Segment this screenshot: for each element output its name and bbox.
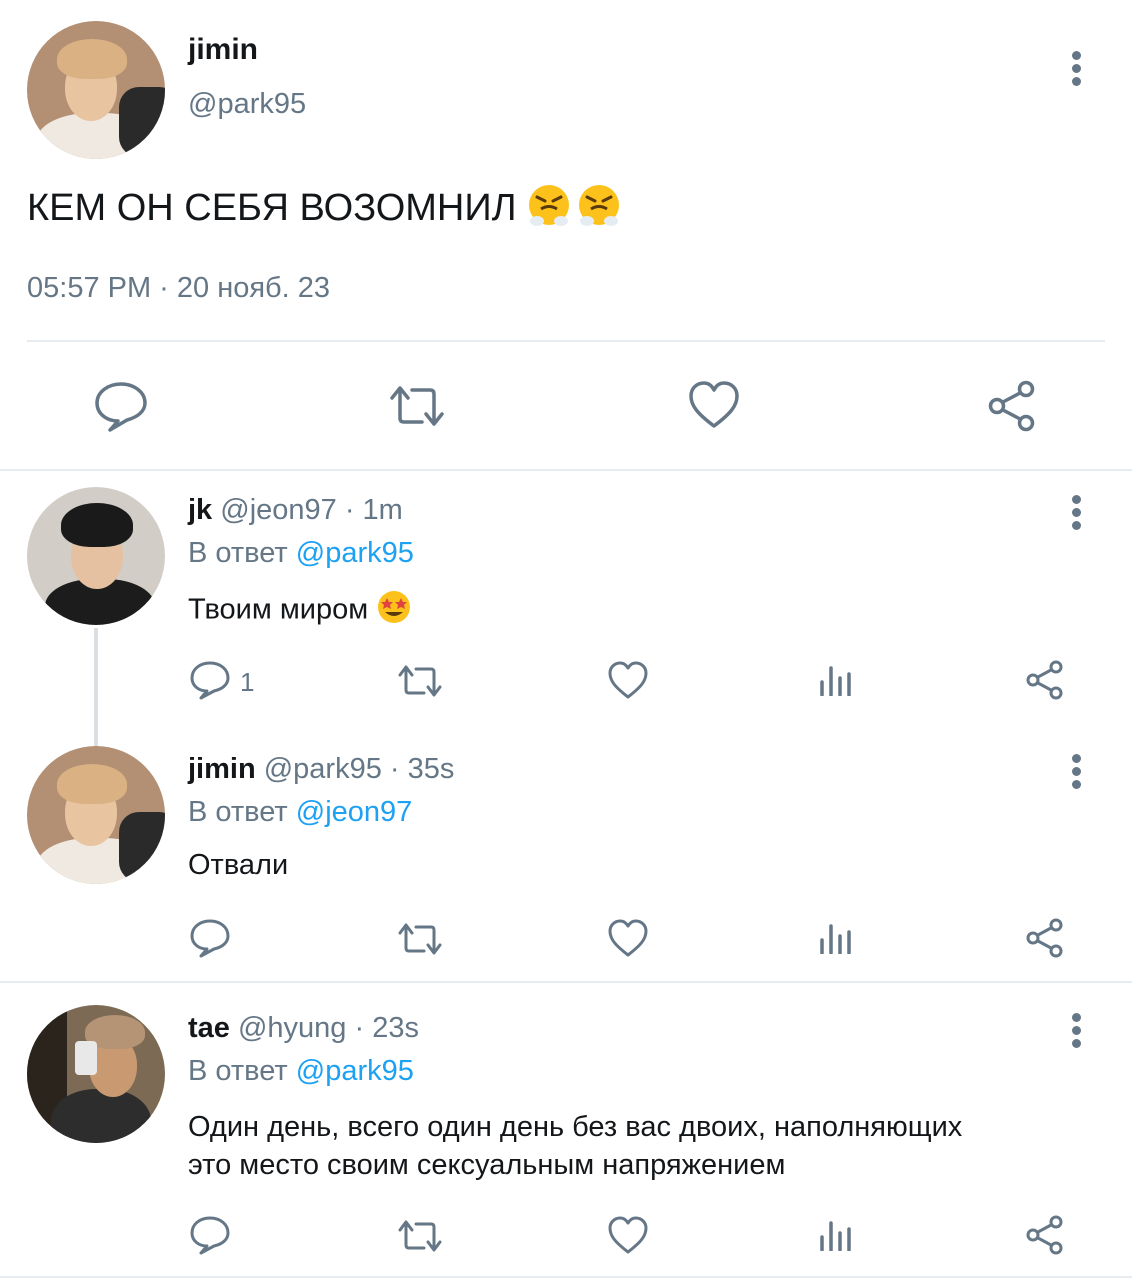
reply-to-line: В ответ @jeon97 bbox=[188, 796, 412, 829]
tweet-text-content: КЕМ ОН СЕБЯ ВОЗОМНИЛ bbox=[27, 187, 517, 230]
share-icon[interactable] bbox=[1024, 660, 1066, 700]
like-icon[interactable] bbox=[688, 380, 740, 430]
share-icon[interactable] bbox=[1024, 1215, 1066, 1255]
reply-text-content: Твоим миром bbox=[188, 593, 369, 626]
retweet-icon[interactable] bbox=[396, 1219, 444, 1253]
like-icon[interactable] bbox=[607, 660, 649, 700]
retweet-icon[interactable] bbox=[396, 664, 444, 698]
retweet-icon[interactable] bbox=[386, 384, 448, 428]
reply-to-mention[interactable]: @park95 bbox=[296, 537, 414, 569]
reply-to-line: В ответ @park95 bbox=[188, 1055, 414, 1088]
more-options-icon[interactable] bbox=[1069, 51, 1083, 91]
avatar[interactable] bbox=[27, 746, 165, 884]
divider bbox=[0, 981, 1132, 983]
steam-face-emoji bbox=[527, 183, 623, 237]
author-handle[interactable]: @hyung bbox=[238, 1012, 346, 1044]
divider bbox=[0, 1276, 1132, 1278]
reply-count: 1 bbox=[240, 667, 255, 697]
reply-to-mention[interactable]: @park95 bbox=[296, 1055, 414, 1087]
avatar[interactable] bbox=[27, 1005, 165, 1143]
more-options-icon[interactable] bbox=[1069, 495, 1083, 535]
reply-text-line: это место своим сексуальным напряжением bbox=[188, 1149, 786, 1181]
divider bbox=[0, 469, 1132, 471]
author-name[interactable]: tae bbox=[188, 1012, 230, 1044]
star-struck-emoji bbox=[376, 590, 412, 632]
author-handle[interactable]: @park95 bbox=[188, 88, 306, 121]
author-handle[interactable]: @park95 bbox=[264, 753, 382, 785]
retweet-icon[interactable] bbox=[396, 922, 444, 956]
avatar[interactable] bbox=[27, 487, 165, 625]
reply-time[interactable]: · 35s bbox=[390, 753, 454, 785]
thread-line bbox=[94, 628, 98, 746]
reply-header: jimin @park95 · 35s bbox=[188, 753, 454, 786]
share-icon[interactable] bbox=[986, 380, 1038, 432]
share-icon[interactable] bbox=[1024, 918, 1066, 958]
reply-text-line: Один день, всего один день без вас двоих… bbox=[188, 1111, 963, 1143]
reply-icon[interactable] bbox=[94, 380, 148, 432]
more-options-icon[interactable] bbox=[1069, 754, 1083, 794]
reply-header: jk @jeon97 · 1m bbox=[188, 494, 403, 527]
divider bbox=[27, 340, 1105, 342]
reply-text: Один день, всего один день без вас двоих… bbox=[188, 1108, 962, 1184]
author-name[interactable]: jk bbox=[188, 494, 212, 526]
reply-prefix: В ответ bbox=[188, 796, 288, 828]
views-icon[interactable] bbox=[819, 664, 855, 696]
views-icon[interactable] bbox=[819, 922, 855, 954]
reply-header: tae @hyung · 23s bbox=[188, 1012, 419, 1045]
tweet-timestamp[interactable]: 05:57 PM · 20 нояб. 23 bbox=[27, 272, 330, 305]
reply-prefix: В ответ bbox=[188, 537, 288, 569]
tweet-text: КЕМ ОН СЕБЯ ВОЗОМНИЛ bbox=[27, 183, 623, 237]
reply-time[interactable]: · 23s bbox=[355, 1012, 419, 1044]
reply-time[interactable]: · 1m bbox=[345, 494, 403, 526]
author-name[interactable]: jimin bbox=[188, 33, 258, 67]
reply-icon[interactable] bbox=[189, 660, 231, 700]
author-handle[interactable]: @jeon97 bbox=[220, 494, 337, 526]
more-options-icon[interactable] bbox=[1069, 1013, 1083, 1053]
avatar[interactable] bbox=[27, 21, 165, 159]
reply-text: Отвали bbox=[188, 849, 289, 881]
author-name[interactable]: jimin bbox=[188, 753, 256, 785]
like-icon[interactable] bbox=[607, 1215, 649, 1255]
reply-to-mention[interactable]: @jeon97 bbox=[296, 796, 413, 828]
reply-icon[interactable] bbox=[189, 1215, 231, 1255]
reply-prefix: В ответ bbox=[188, 1055, 288, 1087]
views-icon[interactable] bbox=[819, 1219, 855, 1251]
reply-icon[interactable] bbox=[189, 918, 231, 958]
reply-to-line: В ответ @park95 bbox=[188, 537, 414, 570]
like-icon[interactable] bbox=[607, 918, 649, 958]
reply-text: Твоим миром bbox=[188, 590, 412, 632]
